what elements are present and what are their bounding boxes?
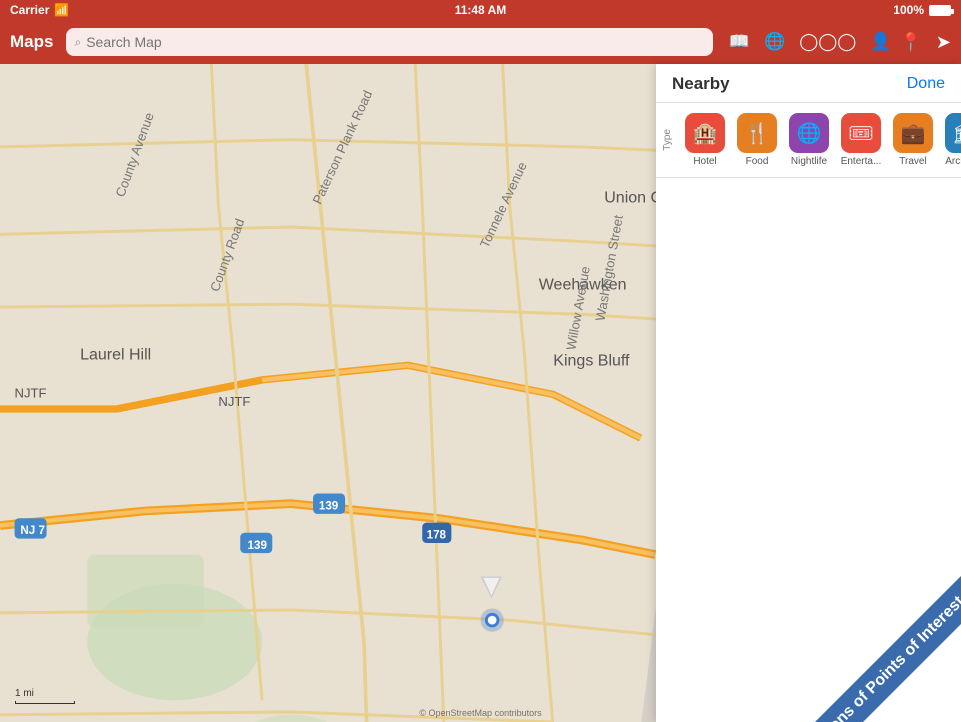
pin-icon[interactable]: 📍 bbox=[899, 32, 921, 53]
battery-fill bbox=[930, 6, 950, 15]
search-input[interactable] bbox=[86, 34, 705, 50]
category-item-travel[interactable]: 💼 Travel bbox=[888, 109, 938, 171]
category-item-nightlife[interactable]: 🌐 Nightlife bbox=[784, 109, 834, 171]
svg-text:NJ 7: NJ 7 bbox=[20, 524, 45, 537]
nav-bar: Maps ⌕ 📖 🌐 ◯◯◯ 👤 📍 ➤ bbox=[0, 20, 961, 64]
globe-icon[interactable]: 🌐 bbox=[764, 32, 785, 52]
svg-text:NJTF: NJTF bbox=[218, 394, 250, 409]
svg-text:Kings Bluff: Kings Bluff bbox=[553, 352, 630, 369]
battery-pct-label: 100% bbox=[893, 3, 924, 17]
category-label-travel: Travel bbox=[899, 156, 926, 167]
category-item-hotel[interactable]: 🏨 Hotel bbox=[680, 109, 730, 171]
category-label-architecture: Archite... bbox=[945, 156, 961, 167]
carrier-label: Carrier bbox=[10, 3, 49, 17]
category-icon-hotel: 🏨 bbox=[685, 113, 725, 153]
category-label-hotel: Hotel bbox=[693, 156, 716, 167]
svg-text:178: 178 bbox=[427, 529, 447, 542]
status-time: 11:48 AM bbox=[455, 3, 507, 17]
results-list bbox=[656, 178, 961, 722]
svg-text:Laurel Hill: Laurel Hill bbox=[80, 347, 151, 364]
wifi-icon: 📶 bbox=[54, 3, 69, 17]
svg-text:139: 139 bbox=[248, 539, 268, 552]
category-icon-entertainment: 🎟 bbox=[841, 113, 881, 153]
search-bar[interactable]: ⌕ bbox=[66, 28, 712, 56]
category-icon-travel: 💼 bbox=[893, 113, 933, 153]
nearby-panel: Nearby Done Type 🏨 Hotel 🍴 Food 🌐 Nightl… bbox=[656, 64, 961, 722]
category-label-nightlife: Nightlife bbox=[791, 156, 827, 167]
navigation-icon[interactable]: ➤ bbox=[936, 32, 951, 53]
category-label-entertainment: Enterta... bbox=[841, 156, 882, 167]
scale-line bbox=[15, 701, 75, 704]
bubble-icon[interactable]: ◯◯◯ bbox=[799, 32, 856, 52]
category-icon-nightlife: 🌐 bbox=[789, 113, 829, 153]
status-bar: Carrier 📶 11:48 AM 100% bbox=[0, 0, 961, 20]
scale-bar: 1 mi bbox=[15, 688, 75, 704]
nav-right-icons: 📍 ➤ bbox=[899, 32, 951, 53]
category-item-food[interactable]: 🍴 Food bbox=[732, 109, 782, 171]
svg-text:139: 139 bbox=[319, 499, 339, 512]
svg-text:NJTF: NJTF bbox=[15, 385, 47, 400]
category-item-architecture[interactable]: 🏛 Archite... bbox=[940, 109, 961, 171]
category-item-entertainment[interactable]: 🎟 Enterta... bbox=[836, 109, 886, 171]
category-items: 🏨 Hotel 🍴 Food 🌐 Nightlife 🎟 Enterta... … bbox=[676, 109, 961, 171]
done-button[interactable]: Done bbox=[907, 75, 945, 93]
bookmark-icon[interactable]: 📖 bbox=[729, 32, 750, 52]
category-icon-food: 🍴 bbox=[737, 113, 777, 153]
scale-label: 1 mi bbox=[15, 688, 75, 699]
category-row: Type 🏨 Hotel 🍴 Food 🌐 Nightlife 🎟 Entert… bbox=[656, 103, 961, 178]
person-icon[interactable]: 👤 bbox=[870, 32, 891, 52]
search-icon: ⌕ bbox=[74, 35, 81, 50]
panel-header: Nearby Done bbox=[656, 64, 961, 103]
category-label-food: Food bbox=[746, 156, 769, 167]
map-attribution: © OpenStreetMap contributors bbox=[419, 708, 541, 718]
battery-icon bbox=[929, 5, 951, 16]
maps-title[interactable]: Maps bbox=[10, 32, 53, 52]
status-left: Carrier 📶 bbox=[10, 3, 69, 17]
status-right: 100% bbox=[893, 3, 951, 17]
nav-icons: 📖 🌐 ◯◯◯ 👤 bbox=[729, 32, 892, 52]
category-icon-architecture: 🏛 bbox=[945, 113, 961, 153]
panel-title: Nearby bbox=[672, 74, 730, 94]
type-label: Type bbox=[656, 129, 676, 151]
